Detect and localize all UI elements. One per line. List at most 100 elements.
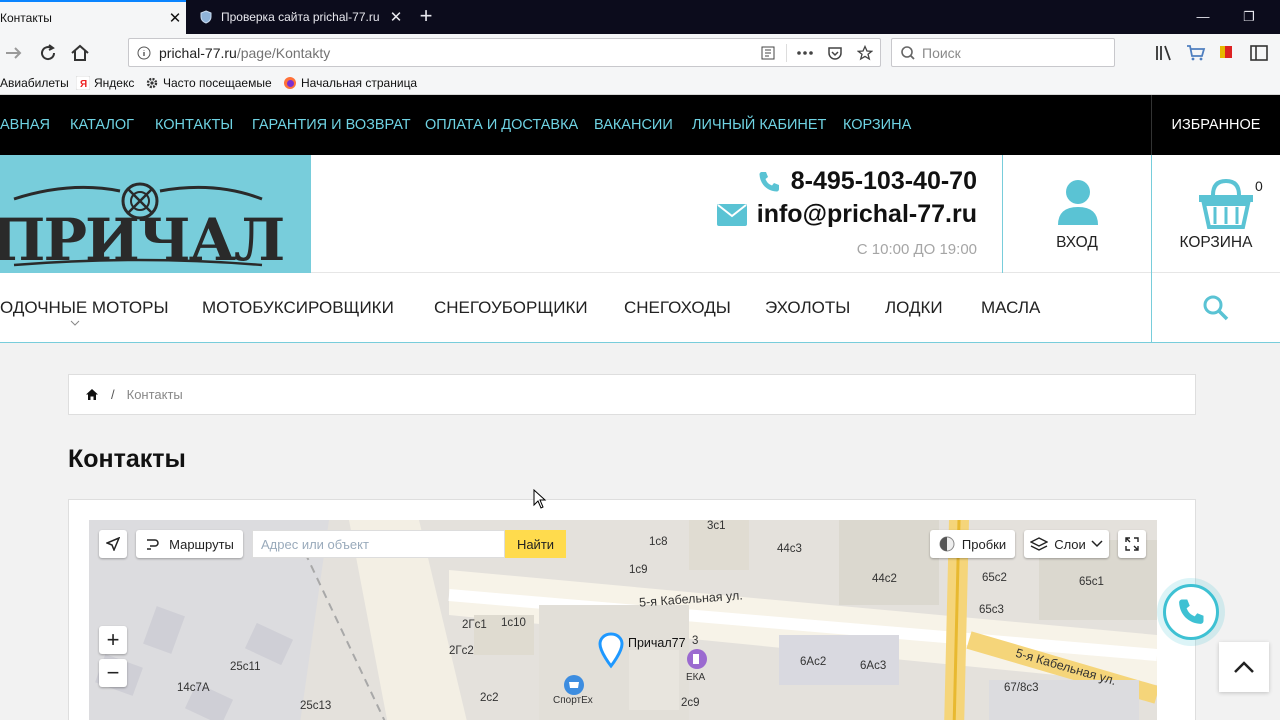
menu-warranty[interactable]: ГАРАНТИЯ И ВОЗВРАТ [252,95,411,155]
menu-vacancies[interactable]: ВАКАНСИИ [594,95,673,155]
browser-tab-bar: Контакты ✕ Проверка сайта prichal-77.ru … [0,0,1280,34]
browser-search-bar[interactable] [891,38,1115,67]
flag-extension-icon[interactable] [1215,41,1239,65]
new-tab-icon[interactable]: + [414,4,438,28]
menu-contacts[interactable]: КОНТАКТЫ [155,95,233,155]
tab-site-check[interactable]: Проверка сайта prichal-77.ru ✕ [187,0,407,34]
traffic-light-icon [939,536,955,552]
category-snow-blowers[interactable]: СНЕГОУБОРЩИКИ [434,273,588,343]
cart-label: КОРЗИНА [1179,234,1253,251]
traffic-label: Пробки [961,536,1007,552]
map-label: 65с3 [979,604,1004,616]
bookmark-label: Часто посещаемые [163,76,272,90]
close-tab-icon[interactable]: ✕ [385,8,407,26]
layers-icon [1030,537,1049,551]
tab-contacts[interactable]: Контакты ✕ [0,0,186,34]
breadcrumb-separator: / [111,387,115,402]
scroll-to-top-button[interactable] [1219,642,1269,692]
sidebar-icon[interactable] [1247,41,1271,65]
map-label: 1с10 [501,617,526,629]
cart-extension-icon[interactable] [1184,41,1208,65]
map-find-button[interactable]: Найти [505,530,566,558]
map-label: 25с11 [230,661,261,673]
zoom-out-button[interactable]: − [99,659,127,687]
yandex-map[interactable]: 3с1 1с8 44с3 1с9 44с2 65с2 65с1 65с3 2Гс… [89,520,1157,720]
chevron-up-icon [1234,661,1254,673]
layers-button[interactable]: Слои [1024,530,1109,558]
site-search-button[interactable] [1151,273,1280,343]
more-actions-icon[interactable] [790,39,820,66]
menu-catalog[interactable]: КАТАЛОГ [70,95,134,155]
map-label: 1с8 [649,536,668,548]
navigation-arrow-icon [106,537,120,551]
email-address: info@prichal-77.ru [756,200,977,228]
info-icon[interactable] [129,46,159,60]
traffic-button[interactable]: Пробки [930,530,1015,558]
forward-icon[interactable] [2,41,26,65]
restore-icon[interactable]: ❐ [1226,0,1272,34]
map-label: 65с1 [1079,576,1104,588]
browser-nav-bar: prichal-77.ru/page/Kontakty [0,34,1280,72]
browser-search-input[interactable] [922,44,1102,61]
menu-account[interactable]: ЛИЧНЫЙ КАБИНЕТ [692,95,826,155]
working-hours: С 10:00 ДО 19:00 [856,241,977,258]
category-echo-sounders[interactable]: ЭХОЛОТЫ [765,273,850,343]
gas-station-icon[interactable] [686,648,708,670]
bookmark-start-page[interactable]: Начальная страница [283,75,417,91]
cart-button[interactable]: 0 КОРЗИНА [1151,155,1280,273]
logo[interactable]: ПРИЧАЛ [0,155,311,274]
email-link[interactable]: info@prichal-77.ru [716,200,977,229]
menu-main[interactable]: АВНАЯ [0,95,50,155]
user-icon [1058,180,1098,225]
category-snowmobiles[interactable]: СНЕГОХОДЫ [624,273,731,343]
geolocation-button[interactable] [99,530,127,558]
category-boats[interactable]: ЛОДКИ [885,273,943,343]
firefox-icon [284,77,296,89]
phone-link[interactable]: 8-495-103-40-70 [757,167,977,196]
routes-button[interactable]: Маршруты [136,530,243,558]
category-oils[interactable]: МАСЛА [981,273,1040,343]
menu-payment-delivery[interactable]: ОПЛАТА И ДОСТАВКА [425,95,578,155]
reload-icon[interactable] [36,41,60,65]
phone-icon [1179,599,1204,624]
gear-icon [146,77,158,89]
pocket-icon[interactable] [820,39,850,66]
fullscreen-button[interactable] [1118,530,1146,558]
bookmark-star-icon[interactable] [850,39,880,66]
breadcrumb: / Контакты [68,374,1196,415]
breadcrumb-current: Контакты [126,387,183,402]
phone-icon [759,171,779,191]
logo-graphic: ПРИЧАЛ [0,182,285,274]
minimize-icon[interactable]: — [1180,0,1226,34]
zoom-in-button[interactable]: + [99,626,127,654]
bookmark-yandex[interactable]: Я Яндекс [76,75,134,91]
map-label: 2с9 [681,697,700,709]
basket-icon [1199,178,1253,229]
home-icon[interactable] [68,41,92,65]
map-label: 2с2 [480,692,499,704]
map-label: 6Ас2 [800,656,827,668]
bookmark-aviabilety[interactable]: Авиабилеты [0,75,69,91]
category-outboard-motors[interactable]: ОДОЧНЫЕ МОТОРЫ [0,273,169,343]
shop-icon[interactable] [563,674,585,696]
library-icon[interactable] [1152,41,1176,65]
url-path: /page/Kontakty [236,44,331,61]
home-icon[interactable] [85,388,99,401]
login-button[interactable]: ВХОД [1002,155,1151,273]
location-pin-icon[interactable] [598,632,624,670]
favorites-link[interactable]: ИЗБРАННОЕ [1151,95,1280,155]
tab-title: Проверка сайта prichal-77.ru [221,10,380,24]
callback-button[interactable] [1163,584,1219,640]
site-header: ПРИЧАЛ 8-495-103-40-70 info@prichal-77.r… [0,155,1280,274]
close-tab-icon[interactable]: ✕ [164,9,186,27]
reader-view-icon[interactable] [753,39,783,66]
map-label: 2Гс2 [449,645,474,657]
address-bar[interactable]: prichal-77.ru/page/Kontakty [128,38,881,67]
search-icon [1203,295,1229,321]
map-search-input[interactable] [252,530,505,558]
route-icon [147,539,159,550]
menu-cart[interactable]: КОРЗИНА [843,95,911,155]
svg-text:Я: Я [80,79,87,90]
bookmark-most-visited[interactable]: Часто посещаемые [145,75,272,91]
category-towing-motors[interactable]: МОТОБУКСИРОВЩИКИ [202,273,394,343]
